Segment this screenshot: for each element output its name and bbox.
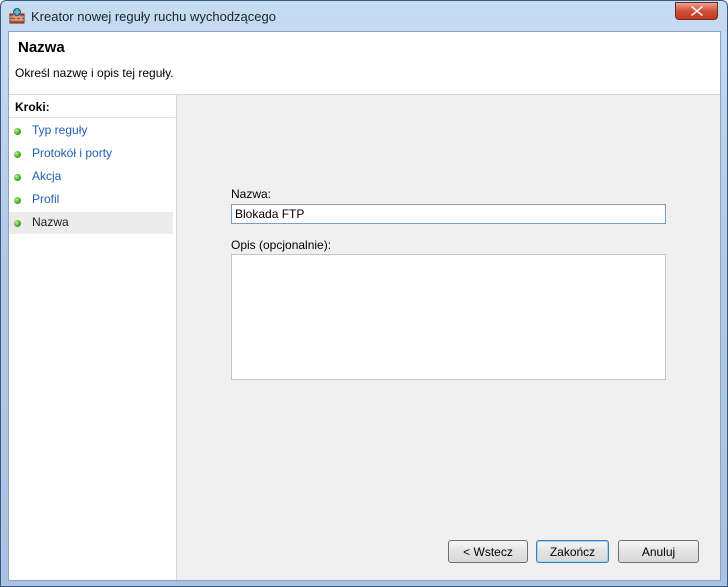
step-label: Akcja <box>32 169 62 183</box>
step-profile[interactable]: Profil <box>9 189 173 211</box>
steps-panel: Kroki: Typ reguły Protokół i porty Akcja… <box>9 95 177 580</box>
close-button[interactable] <box>675 2 718 20</box>
page-title: Nazwa <box>18 39 65 56</box>
page-description: Określ nazwę i opis tej reguły. <box>15 66 174 80</box>
step-label: Profil <box>32 192 60 206</box>
wizard-header: Nazwa Określ nazwę i opis tej reguły. <box>9 32 720 95</box>
description-label: Opis (opcjonalnie): <box>231 238 332 252</box>
back-button[interactable]: < Wstecz <box>448 540 528 563</box>
close-icon <box>691 6 703 16</box>
step-action[interactable]: Akcja <box>9 166 173 188</box>
step-label: Nazwa <box>32 215 69 229</box>
steps-title: Kroki: <box>15 100 50 114</box>
step-name[interactable]: Nazwa <box>9 212 173 234</box>
green-dot-icon <box>14 128 21 135</box>
name-label: Nazwa: <box>231 187 272 201</box>
green-dot-icon <box>14 174 21 181</box>
cancel-button[interactable]: Anuluj <box>618 540 699 563</box>
name-input[interactable] <box>231 204 666 224</box>
step-protocol-ports[interactable]: Protokół i porty <box>9 143 173 165</box>
wizard-client-area: Nazwa Określ nazwę i opis tej reguły. Kr… <box>8 31 721 581</box>
green-dot-icon <box>14 197 21 204</box>
content-panel: Nazwa: Opis (opcjonalnie): < Wstecz Zako… <box>177 95 720 580</box>
green-dot-icon <box>14 220 21 227</box>
wizard-window: Kreator nowej reguły ruchu wychodzącego … <box>0 0 728 587</box>
step-label: Typ reguły <box>32 123 88 137</box>
step-label: Protokół i porty <box>32 146 113 160</box>
description-textarea[interactable] <box>231 254 666 380</box>
title-bar[interactable]: Kreator nowej reguły ruchu wychodzącego <box>1 1 727 31</box>
firewall-icon <box>9 8 25 24</box>
finish-button[interactable]: Zakończ <box>536 540 609 563</box>
green-dot-icon <box>14 151 21 158</box>
window-title: Kreator nowej reguły ruchu wychodzącego <box>31 9 276 24</box>
step-rule-type[interactable]: Typ reguły <box>9 120 173 142</box>
steps-divider <box>9 117 175 118</box>
